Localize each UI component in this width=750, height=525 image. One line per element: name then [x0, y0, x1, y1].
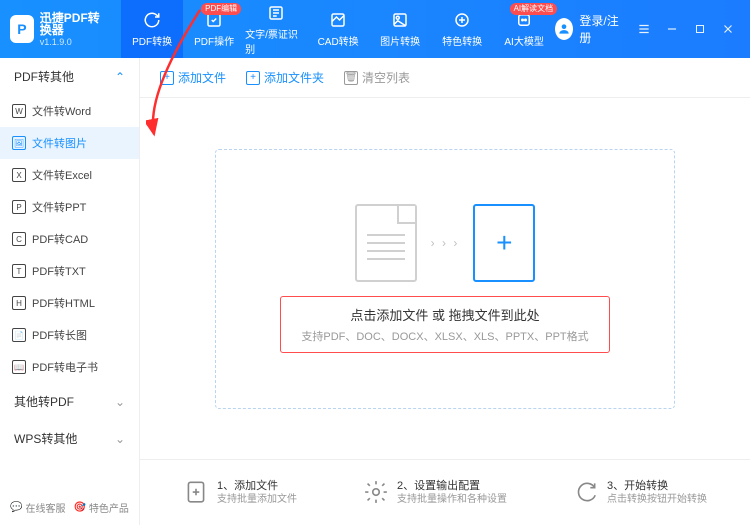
login-label: 登录/注册 [579, 12, 622, 46]
step-add-icon [183, 479, 209, 505]
chevron-down-icon: ⌄ [115, 432, 125, 446]
add-file-button[interactable]: + 添加文件 [160, 69, 226, 86]
step-1: 1、添加文件支持批量添加文件 [183, 479, 297, 506]
sidebar-group-pdf-to-other[interactable]: PDF转其他 ⌃ [0, 58, 139, 95]
steps-bar: 1、添加文件支持批量添加文件 2、设置输出配置支持批量操作和各种设置 3、开始转… [140, 459, 750, 525]
login-button[interactable]: 登录/注册 [555, 12, 622, 46]
file-type-icon: 🖼 [12, 136, 26, 150]
tab-label: 文字/票证识别 [245, 26, 307, 56]
tab-special[interactable]: 特色转换 [431, 0, 493, 58]
tab-pdf-convert[interactable]: PDF转换 [121, 0, 183, 58]
sidebar-item-label: PDF转电子书 [32, 359, 98, 375]
sidebar-item-5[interactable]: T PDF转TXT [0, 255, 139, 287]
file-type-icon: C [12, 232, 26, 246]
sidebar: PDF转其他 ⌃ W 文件转Word 🖼 文件转图片 X 文件转Excel P 文件转PPT C… [0, 58, 140, 525]
star-icon [452, 10, 472, 30]
clear-list-button[interactable]: 🗑 清空列表 [344, 69, 410, 86]
drop-hint-main: 点击添加文件 或 拖拽文件到此处 [301, 305, 588, 324]
file-type-icon: T [12, 264, 26, 278]
hint-box: 点击添加文件 或 拖拽文件到此处 支持PDF、DOC、DOCX、XLSX、XLS… [280, 296, 609, 353]
close-button[interactable] [716, 17, 740, 41]
tab-label: CAD转换 [318, 33, 359, 48]
tab-label: AI大模型 [504, 33, 543, 48]
drop-box: › › › + 点击添加文件 或 拖拽文件到此处 支持PDF、DOC、DOCX、… [215, 149, 675, 409]
titlebar: P 迅捷PDF转换器 v1.1.9.0 PDF转换 PDF编辑 PDF操作 文字… [0, 0, 750, 58]
toolbar: + 添加文件 + 添加文件夹 🗑 清空列表 [140, 58, 750, 98]
customer-service-link[interactable]: 💬 在线客服 [10, 500, 65, 515]
app-version: v1.1.9.0 [40, 38, 111, 47]
sidebar-item-label: 文件转Word [32, 103, 91, 119]
tab-cad[interactable]: CAD转换 [307, 0, 369, 58]
sidebar-item-6[interactable]: H PDF转HTML [0, 287, 139, 319]
top-tabs: PDF转换 PDF编辑 PDF操作 文字/票证识别 CAD转换 图片转换 特色转… [121, 0, 555, 58]
badge-pdf-edit: PDF编辑 [201, 3, 241, 15]
tab-label: PDF操作 [194, 33, 234, 48]
maximize-button[interactable] [688, 17, 712, 41]
tab-image[interactable]: 图片转换 [369, 0, 431, 58]
file-type-icon: 📖 [12, 360, 26, 374]
file-type-icon: H [12, 296, 26, 310]
menu-button[interactable] [632, 17, 656, 41]
tab-label: 特色转换 [442, 33, 482, 48]
drop-area[interactable]: › › › + 点击添加文件 或 拖拽文件到此处 支持PDF、DOC、DOCX、… [140, 98, 750, 459]
app-title: 迅捷PDF转换器 [40, 12, 111, 36]
sidebar-item-2[interactable]: X 文件转Excel [0, 159, 139, 191]
cad-icon [328, 10, 348, 30]
sidebar-footer: 💬 在线客服 🎯 特色产品 [0, 490, 139, 525]
sidebar-item-7[interactable]: 📄 PDF转长图 [0, 319, 139, 351]
logo: P 迅捷PDF转换器 v1.1.9.0 [0, 12, 121, 47]
sidebar-group-other-to-pdf[interactable]: 其他转PDF ⌄ [0, 383, 139, 420]
tab-ai[interactable]: AI解读文档 AI大模型 [493, 0, 555, 58]
tab-ocr[interactable]: 文字/票证识别 [245, 0, 307, 58]
sidebar-item-label: PDF转CAD [32, 231, 88, 247]
tab-pdf-op[interactable]: PDF编辑 PDF操作 [183, 0, 245, 58]
app-logo-icon: P [10, 15, 34, 43]
sidebar-item-label: PDF转HTML [32, 295, 95, 311]
step-convert-icon [573, 479, 599, 505]
file-type-icon: W [12, 104, 26, 118]
file-type-icon: P [12, 200, 26, 214]
main-area: + 添加文件 + 添加文件夹 🗑 清空列表 › › › + [140, 58, 750, 525]
sidebar-item-8[interactable]: 📖 PDF转电子书 [0, 351, 139, 383]
sidebar-group-wps[interactable]: WPS转其他 ⌄ [0, 420, 139, 457]
sidebar-item-label: 文件转图片 [32, 135, 87, 151]
dots-icon: › › › [431, 236, 460, 250]
sidebar-item-label: 文件转PPT [32, 199, 86, 215]
text-icon [266, 3, 286, 23]
sidebar-item-label: 文件转Excel [32, 167, 92, 183]
sidebar-item-label: PDF转长图 [32, 327, 87, 343]
document-icon [355, 204, 417, 282]
badge-ai: AI解读文档 [510, 3, 558, 15]
step-gear-icon [363, 479, 389, 505]
avatar-icon [555, 18, 573, 40]
add-icon: + [473, 204, 535, 282]
add-folder-button[interactable]: + 添加文件夹 [246, 69, 324, 86]
step-3: 3、开始转换点击转换按钮开始转换 [573, 479, 707, 506]
refresh-icon [142, 10, 162, 30]
file-type-icon: 📄 [12, 328, 26, 342]
plus-icon: + [160, 71, 174, 85]
sidebar-item-label: PDF转TXT [32, 263, 86, 279]
step-2: 2、设置输出配置支持批量操作和各种设置 [363, 479, 507, 506]
drop-icons: › › › + [355, 204, 536, 282]
file-type-icon: X [12, 168, 26, 182]
chevron-up-icon: ⌃ [115, 70, 125, 84]
chevron-down-icon: ⌄ [115, 395, 125, 409]
tab-label: 图片转换 [380, 33, 420, 48]
featured-products-link[interactable]: 🎯 特色产品 [73, 500, 128, 515]
drop-hint-sub: 支持PDF、DOC、DOCX、XLSX、XLS、PPTX、PPT格式 [301, 328, 588, 344]
window-controls [632, 17, 750, 41]
folder-plus-icon: + [246, 71, 260, 85]
sidebar-item-1[interactable]: 🖼 文件转图片 [0, 127, 139, 159]
tab-label: PDF转换 [132, 33, 172, 48]
sidebar-item-0[interactable]: W 文件转Word [0, 95, 139, 127]
trash-icon: 🗑 [344, 71, 358, 85]
image-icon [390, 10, 410, 30]
sidebar-item-3[interactable]: P 文件转PPT [0, 191, 139, 223]
sidebar-item-4[interactable]: C PDF转CAD [0, 223, 139, 255]
minimize-button[interactable] [660, 17, 684, 41]
